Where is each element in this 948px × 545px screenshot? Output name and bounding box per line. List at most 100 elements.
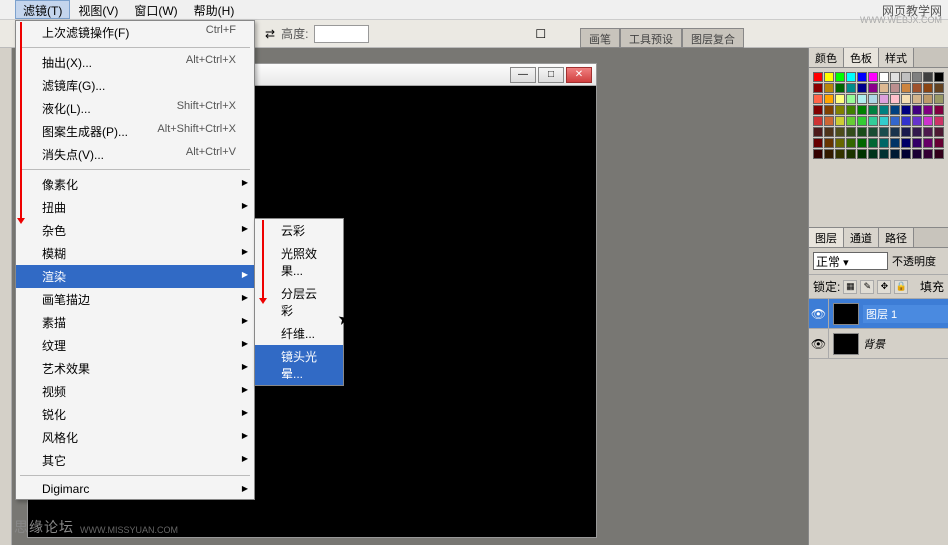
- swatch[interactable]: [890, 105, 900, 115]
- swatch[interactable]: [879, 149, 889, 159]
- swatch[interactable]: [846, 105, 856, 115]
- swatch[interactable]: [857, 94, 867, 104]
- tab-layer-comps[interactable]: 图层复合: [682, 28, 744, 48]
- tool-icon[interactable]: ☐: [535, 27, 546, 41]
- menu-render[interactable]: 渲染: [16, 265, 254, 288]
- swatch[interactable]: [868, 149, 878, 159]
- swatch[interactable]: [890, 138, 900, 148]
- swatch[interactable]: [923, 83, 933, 93]
- swatch[interactable]: [890, 83, 900, 93]
- menu-brush-strokes[interactable]: 画笔描边: [16, 288, 254, 311]
- swatch[interactable]: [868, 138, 878, 148]
- menu-filter[interactable]: 滤镜(T): [15, 0, 70, 19]
- maximize-button[interactable]: □: [538, 67, 564, 83]
- menu-digimarc[interactable]: Digimarc: [16, 479, 254, 499]
- swatch[interactable]: [835, 149, 845, 159]
- swatch[interactable]: [813, 138, 823, 148]
- swatch[interactable]: [857, 127, 867, 137]
- swatch[interactable]: [934, 105, 944, 115]
- swatch[interactable]: [846, 127, 856, 137]
- swatch[interactable]: [868, 105, 878, 115]
- swatch[interactable]: [813, 72, 823, 82]
- swatch[interactable]: [868, 83, 878, 93]
- swatch[interactable]: [934, 94, 944, 104]
- tab-brushes[interactable]: 画笔: [580, 28, 620, 48]
- swatch[interactable]: [901, 138, 911, 148]
- swatch[interactable]: [912, 116, 922, 126]
- swatch[interactable]: [857, 105, 867, 115]
- swatch[interactable]: [824, 83, 834, 93]
- swatch[interactable]: [857, 149, 867, 159]
- swatch[interactable]: [813, 94, 823, 104]
- menu-stylize[interactable]: 风格化: [16, 426, 254, 449]
- swatch[interactable]: [912, 149, 922, 159]
- swatch[interactable]: [835, 127, 845, 137]
- swatch[interactable]: [879, 138, 889, 148]
- menu-sharpen[interactable]: 锐化: [16, 403, 254, 426]
- swatch[interactable]: [901, 149, 911, 159]
- swatch[interactable]: [857, 72, 867, 82]
- layer-thumbnail[interactable]: [833, 333, 859, 355]
- lock-transparency-icon[interactable]: ▦: [843, 280, 857, 294]
- swatch[interactable]: [879, 105, 889, 115]
- height-input[interactable]: [314, 25, 369, 43]
- swatch[interactable]: [901, 105, 911, 115]
- swatch[interactable]: [824, 116, 834, 126]
- tab-layers[interactable]: 图层: [809, 228, 844, 247]
- menu-pattern-maker[interactable]: 图案生成器(P)...Alt+Shift+Ctrl+X: [16, 120, 254, 143]
- submenu-fibers[interactable]: 纤维...: [255, 322, 343, 345]
- blend-mode-select[interactable]: 正常 ▾: [813, 252, 888, 270]
- swatch[interactable]: [879, 127, 889, 137]
- swatch[interactable]: [846, 72, 856, 82]
- swatch[interactable]: [934, 127, 944, 137]
- swatch[interactable]: [934, 138, 944, 148]
- swatch[interactable]: [923, 116, 933, 126]
- menu-artistic[interactable]: 艺术效果: [16, 357, 254, 380]
- swatch[interactable]: [890, 149, 900, 159]
- swatch[interactable]: [835, 72, 845, 82]
- swatch[interactable]: [846, 83, 856, 93]
- swatch[interactable]: [813, 149, 823, 159]
- swatch[interactable]: [835, 116, 845, 126]
- tab-styles[interactable]: 样式: [879, 48, 914, 67]
- lock-position-icon[interactable]: ✥: [877, 280, 891, 294]
- swatch[interactable]: [890, 127, 900, 137]
- menu-help[interactable]: 帮助(H): [186, 0, 243, 19]
- swatch[interactable]: [923, 138, 933, 148]
- menu-liquify[interactable]: 液化(L)...Shift+Ctrl+X: [16, 97, 254, 120]
- swatch[interactable]: [934, 72, 944, 82]
- minimize-button[interactable]: —: [510, 67, 536, 83]
- menu-extract[interactable]: 抽出(X)...Alt+Ctrl+X: [16, 51, 254, 74]
- swatch[interactable]: [813, 127, 823, 137]
- swatch[interactable]: [813, 116, 823, 126]
- swatch[interactable]: [846, 94, 856, 104]
- tab-tool-presets[interactable]: 工具预设: [620, 28, 682, 48]
- swatch[interactable]: [901, 127, 911, 137]
- swatch[interactable]: [901, 94, 911, 104]
- menu-sketch[interactable]: 素描: [16, 311, 254, 334]
- layer-name[interactable]: 图层 1: [863, 305, 948, 323]
- swatch[interactable]: [934, 83, 944, 93]
- swatch[interactable]: [912, 105, 922, 115]
- swatch[interactable]: [835, 138, 845, 148]
- swatch[interactable]: [890, 72, 900, 82]
- submenu-lighting[interactable]: 光照效果...: [255, 242, 343, 282]
- lock-pixels-icon[interactable]: ✎: [860, 280, 874, 294]
- swatch[interactable]: [879, 83, 889, 93]
- swatch[interactable]: [824, 138, 834, 148]
- close-button[interactable]: ✕: [566, 67, 592, 83]
- layer-name[interactable]: 背景: [863, 336, 948, 352]
- swatch[interactable]: [923, 127, 933, 137]
- swatch[interactable]: [824, 94, 834, 104]
- tab-channels[interactable]: 通道: [844, 228, 879, 247]
- swatch[interactable]: [835, 94, 845, 104]
- swatch[interactable]: [934, 116, 944, 126]
- swatch[interactable]: [912, 72, 922, 82]
- swatch[interactable]: [879, 116, 889, 126]
- swatch[interactable]: [835, 105, 845, 115]
- tab-paths[interactable]: 路径: [879, 228, 914, 247]
- swatch[interactable]: [824, 127, 834, 137]
- swatch[interactable]: [912, 127, 922, 137]
- swatch[interactable]: [923, 94, 933, 104]
- swatch[interactable]: [846, 116, 856, 126]
